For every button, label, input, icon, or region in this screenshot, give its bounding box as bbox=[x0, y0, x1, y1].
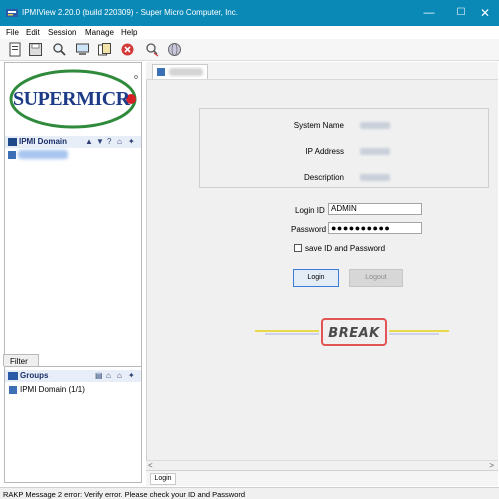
break-text: BREAK bbox=[328, 326, 380, 341]
group-item-icon bbox=[9, 386, 17, 394]
save-id-label: save ID and Password bbox=[305, 244, 386, 253]
login-id-field[interactable]: ADMIN bbox=[328, 203, 422, 215]
stop-icon[interactable] bbox=[120, 42, 135, 57]
globe-icon[interactable] bbox=[167, 42, 182, 57]
scroll-right-icon[interactable]: > bbox=[489, 461, 494, 470]
groups-label: Groups bbox=[20, 371, 49, 380]
break-status-logo: BREAK bbox=[255, 318, 449, 348]
ipmiview-app-icon bbox=[6, 9, 18, 17]
filter-label: Filter bbox=[10, 357, 28, 366]
ip-address-label: IP Address bbox=[305, 147, 344, 156]
ipmi-domain-label: IPMI Domain bbox=[19, 137, 68, 146]
groups-icon bbox=[8, 372, 18, 380]
group-home-2-icon[interactable]: ⌂ bbox=[117, 371, 122, 380]
move-up-icon[interactable]: ▲ bbox=[85, 137, 93, 146]
group-home-icon[interactable]: ⌂ bbox=[106, 371, 111, 380]
redacted-description bbox=[360, 174, 390, 181]
group-list-icon[interactable]: ▤ bbox=[95, 371, 103, 380]
save-id-checkbox[interactable] bbox=[294, 244, 302, 252]
menu-help[interactable]: Help bbox=[121, 28, 137, 37]
ipmi-domain-header: IPMI Domain ▲ ▼ ? ⌂ ✦ bbox=[5, 136, 141, 148]
minimize-button[interactable]: — bbox=[414, 4, 444, 22]
move-down-icon[interactable]: ▼ bbox=[96, 137, 104, 146]
redacted-host-name bbox=[18, 150, 68, 159]
toolbar bbox=[0, 39, 499, 61]
home-icon[interactable]: ⌂ bbox=[117, 137, 122, 146]
login-button[interactable]: Login bbox=[293, 269, 339, 287]
copy-icon[interactable] bbox=[97, 42, 112, 57]
monitor-icon[interactable] bbox=[75, 42, 90, 57]
group-item-label: IPMI Domain (1/1) bbox=[20, 385, 85, 394]
redacted-tab-title bbox=[169, 68, 203, 76]
tab-session-host[interactable] bbox=[152, 64, 208, 79]
menu-bar: File Edit Session Manage Help bbox=[0, 26, 499, 39]
help-bulb-icon[interactable]: ? bbox=[107, 137, 111, 146]
menu-file[interactable]: File bbox=[6, 28, 19, 37]
scroll-left-icon[interactable]: < bbox=[148, 461, 153, 470]
window-title: IPMIView 2.20.0 (build 220309) - Super M… bbox=[22, 8, 238, 17]
close-button[interactable]: ✕ bbox=[470, 4, 499, 22]
session-tab-bar bbox=[146, 62, 498, 80]
selected-host-item[interactable] bbox=[7, 149, 68, 161]
status-message: RAKP Message 2 error: Verify error. Plea… bbox=[3, 490, 246, 499]
settings-icon[interactable]: ✦ bbox=[128, 137, 135, 146]
group-settings-icon[interactable]: ✦ bbox=[128, 371, 135, 380]
redacted-ip-address bbox=[360, 148, 390, 155]
groups-panel: Groups ▤ ⌂ ⌂ ✦ IPMI Domain (1/1) bbox=[4, 366, 142, 483]
bottom-tab-bar: Login bbox=[146, 470, 498, 486]
menu-edit[interactable]: Edit bbox=[26, 28, 40, 37]
save-icon[interactable] bbox=[28, 42, 43, 57]
horizontal-scrollbar[interactable]: < > bbox=[146, 460, 498, 470]
redacted-system-name bbox=[360, 122, 390, 129]
system-name-label: System Name bbox=[293, 121, 344, 130]
description-label: Description bbox=[303, 173, 344, 182]
filter-tab[interactable]: Filter bbox=[3, 354, 39, 366]
supermicro-logo: SUPERMICR bbox=[5, 63, 141, 135]
menu-manage[interactable]: Manage bbox=[85, 28, 114, 37]
host-tab-icon bbox=[157, 68, 165, 76]
domain-folder-icon bbox=[8, 138, 17, 146]
logout-button[interactable]: Logout bbox=[349, 269, 403, 287]
status-bar: RAKP Message 2 error: Verify error. Plea… bbox=[0, 487, 499, 499]
system-info-box: System Name IP Address Description bbox=[199, 108, 489, 188]
groups-header: Groups ▤ ⌂ ⌂ ✦ bbox=[5, 370, 141, 382]
host-icon bbox=[8, 151, 16, 159]
title-bar: IPMIView 2.20.0 (build 220309) - Super M… bbox=[0, 0, 499, 26]
login-id-label: Login ID bbox=[295, 206, 325, 215]
new-icon[interactable] bbox=[8, 42, 23, 57]
password-field[interactable]: ●●●●●●●●●● bbox=[328, 222, 422, 234]
password-label: Password bbox=[291, 225, 327, 234]
break-badge: BREAK bbox=[321, 318, 387, 346]
search-icon[interactable] bbox=[52, 42, 67, 57]
login-panel: System Name IP Address Description Login… bbox=[146, 80, 498, 463]
disconnect-icon[interactable] bbox=[145, 42, 160, 57]
menu-session[interactable]: Session bbox=[48, 28, 76, 37]
tab-login[interactable]: Login bbox=[150, 473, 176, 485]
logo-wordmark: SUPERMICR bbox=[13, 88, 130, 110]
